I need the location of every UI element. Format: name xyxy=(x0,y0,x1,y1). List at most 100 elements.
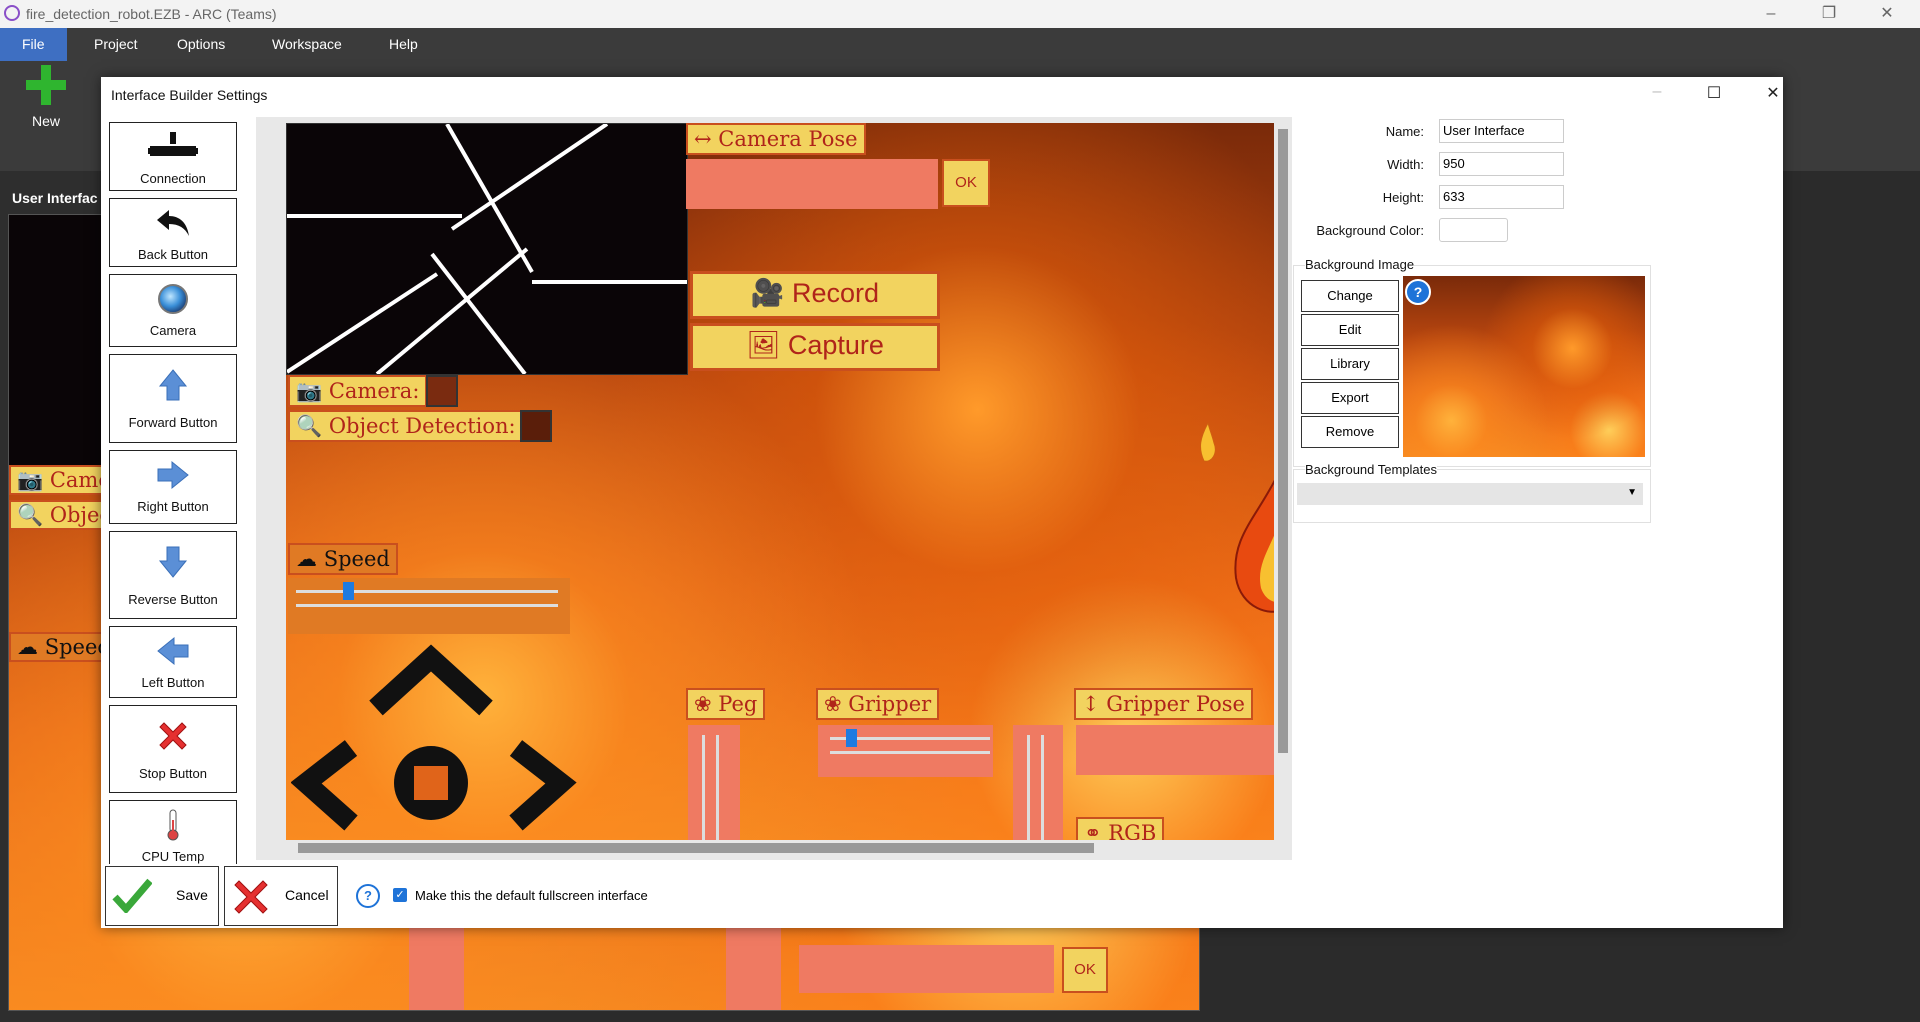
background-image-title: Background Image xyxy=(1305,257,1415,272)
default-fullscreen-label[interactable]: Make this the default fullscreen interfa… xyxy=(415,888,648,903)
dialog-title: Interface Builder Settings xyxy=(111,87,268,103)
new-label: New xyxy=(31,113,60,129)
object-detection-indicator xyxy=(520,410,552,442)
camera-pose-ok-button[interactable]: OK xyxy=(942,159,990,207)
width-field[interactable]: 950 xyxy=(1439,152,1564,176)
bg-export-button[interactable]: Export xyxy=(1301,382,1399,414)
connection-icon xyxy=(110,123,236,171)
menu-file[interactable]: File xyxy=(0,28,67,61)
direction-pad[interactable] xyxy=(291,643,581,840)
palette-back-button[interactable]: Back Button xyxy=(109,198,237,267)
menu-project[interactable]: Project xyxy=(72,28,160,61)
rgb-label: ⚭ RGB xyxy=(1076,817,1165,840)
help-icon[interactable]: ? xyxy=(1405,279,1431,305)
height-label: Height: xyxy=(1382,190,1424,205)
background-templates-dropdown[interactable]: ▼ xyxy=(1297,483,1643,505)
dialog-maximize-button[interactable]: ☐ xyxy=(1694,83,1734,107)
menu-bar: File Project Options Workspace Help xyxy=(0,28,1920,61)
gripper-vertical-slider[interactable] xyxy=(1013,725,1063,840)
palette-cpu-temp[interactable]: CPU Temp xyxy=(109,800,237,864)
bg-library-button[interactable]: Library xyxy=(1301,348,1399,380)
interface-builder-dialog: Interface Builder Settings – ☐ ✕ Connect… xyxy=(101,77,1783,928)
bg-ok-button: OK xyxy=(1062,947,1108,993)
canvas-horizontal-scrollbar[interactable] xyxy=(298,843,1094,853)
palette-stop-button[interactable]: Stop Button xyxy=(109,705,237,793)
bg-change-button[interactable]: Change xyxy=(1301,280,1399,312)
save-button[interactable]: Save xyxy=(105,866,219,926)
dialog-close-button[interactable]: ✕ xyxy=(1753,83,1793,107)
palette-forward-button[interactable]: Forward Button xyxy=(109,354,237,443)
control-palette: Connection Back Button Camera Forward Bu… xyxy=(109,122,239,864)
forward-chevron-icon[interactable] xyxy=(369,644,493,716)
design-canvas[interactable]: ↔ Camera Pose OK 🎥 Record 🖼 Capture 📷 Ca… xyxy=(286,123,1274,840)
menu-help[interactable]: Help xyxy=(367,28,440,61)
background-image-thumbnail xyxy=(1403,276,1645,457)
back-arrow-icon xyxy=(110,199,236,247)
palette-left-button[interactable]: Left Button xyxy=(109,626,237,698)
cancel-button[interactable]: Cancel xyxy=(224,866,338,926)
height-field[interactable]: 633 xyxy=(1439,185,1564,209)
speed-slider[interactable] xyxy=(288,578,570,634)
palette-reverse-button[interactable]: Reverse Button xyxy=(109,531,237,619)
camera-pose-label[interactable]: ↔ Camera Pose xyxy=(686,123,866,155)
peg-slider[interactable] xyxy=(688,725,740,840)
bgcolor-label: Background Color: xyxy=(1316,223,1424,238)
app-panel-title: User Interfac xyxy=(12,190,98,206)
app-title: fire_detection_robot.EZB - ARC (Teams) xyxy=(26,6,277,22)
stop-circle-icon[interactable] xyxy=(394,746,468,820)
close-button[interactable]: ✕ xyxy=(1858,0,1916,28)
bg-slider-a xyxy=(409,925,464,1010)
right-chevron-icon[interactable] xyxy=(509,740,577,831)
bg-remove-button[interactable]: Remove xyxy=(1301,416,1399,448)
menu-options[interactable]: Options xyxy=(155,28,247,61)
capture-button[interactable]: 🖼 Capture xyxy=(690,323,940,371)
restore-button[interactable]: ❐ xyxy=(1800,0,1858,28)
bg-dropdown xyxy=(799,945,1054,993)
left-chevron-icon[interactable] xyxy=(291,740,358,831)
camera-view[interactable] xyxy=(286,123,688,375)
cancel-x-icon xyxy=(231,877,271,918)
gripper-slider-thumb[interactable] xyxy=(846,729,857,747)
canvas-area: ↔ Camera Pose OK 🎥 Record 🖼 Capture 📷 Ca… xyxy=(256,117,1292,860)
camera-pose-input[interactable] xyxy=(686,159,938,209)
app-titlebar: fire_detection_robot.EZB - ARC (Teams) –… xyxy=(0,0,1920,28)
minimize-button[interactable]: – xyxy=(1742,0,1800,28)
gripper-label: ❀ Gripper xyxy=(816,688,940,720)
name-field[interactable]: User Interface xyxy=(1439,119,1564,143)
dialog-minimize-button[interactable]: – xyxy=(1637,83,1677,107)
gripper-pose-input[interactable] xyxy=(1076,725,1274,775)
chevron-down-icon: ▼ xyxy=(1627,487,1637,498)
gripper-slider[interactable] xyxy=(818,725,993,777)
stop-x-icon xyxy=(110,706,236,766)
plus-icon xyxy=(26,65,66,105)
palette-connection[interactable]: Connection xyxy=(109,122,237,191)
object-detection-label: 🔍 Object Detection: xyxy=(288,410,524,442)
peg-label: ❀ Peg xyxy=(686,688,766,720)
default-fullscreen-checkbox[interactable]: ✓ xyxy=(393,888,407,902)
palette-camera[interactable]: Camera xyxy=(109,274,237,347)
width-label: Width: xyxy=(1387,157,1424,172)
background-templates-title: Background Templates xyxy=(1305,462,1438,477)
bgcolor-picker[interactable] xyxy=(1439,218,1508,242)
app-logo-icon xyxy=(4,5,20,21)
up-arrow-icon xyxy=(110,355,236,415)
down-arrow-icon xyxy=(110,532,236,592)
camera-status-indicator xyxy=(426,375,458,407)
bg-slider-b xyxy=(726,925,781,1010)
camera-shutter-icon xyxy=(287,124,687,374)
footer-help-icon[interactable]: ? xyxy=(356,884,380,908)
record-button[interactable]: 🎥 Record xyxy=(690,271,940,319)
menu-workspace[interactable]: Workspace xyxy=(250,28,364,61)
camera-lens-icon xyxy=(110,275,236,323)
flame-icon xyxy=(1234,479,1274,613)
checkmark-icon xyxy=(112,877,153,916)
bg-edit-button[interactable]: Edit xyxy=(1301,314,1399,346)
gripper-pose-label[interactable]: ↕ Gripper Pose xyxy=(1074,688,1253,720)
speed-slider-thumb[interactable] xyxy=(343,582,354,600)
palette-right-button[interactable]: Right Button xyxy=(109,450,237,524)
small-flame-icon xyxy=(1200,423,1216,462)
right-arrow-icon xyxy=(110,451,236,499)
camera-status-label: 📷 Camera: xyxy=(288,375,428,407)
name-label: Name: xyxy=(1385,124,1424,139)
new-button[interactable]: New xyxy=(20,65,72,135)
